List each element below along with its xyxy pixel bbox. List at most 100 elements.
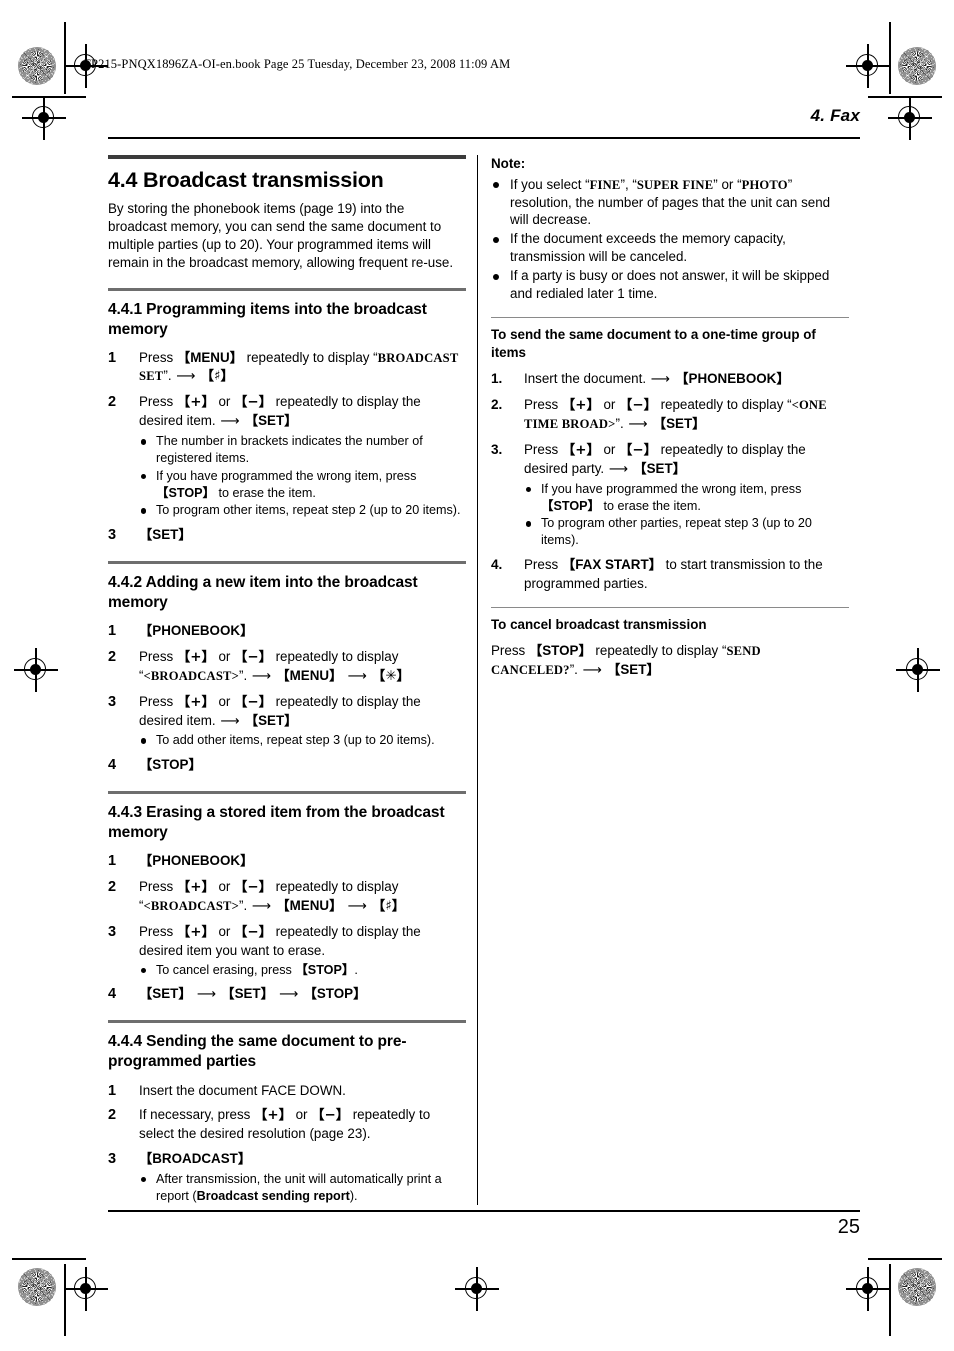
key-label: − <box>247 694 259 710</box>
key-bracket-open: 【 <box>234 879 248 895</box>
subsection-rule-442 <box>108 560 466 564</box>
key-bracket-open: 【 <box>139 987 153 1003</box>
key-reference-: 【−】 <box>619 397 657 414</box>
bullet-item: If the document exceeds the memory capac… <box>491 230 849 266</box>
key-label: − <box>632 442 644 458</box>
cancel-section-rule <box>491 606 849 608</box>
bullet-item: If a party is busy or does not answer, i… <box>491 267 849 303</box>
key-label: + <box>190 924 202 940</box>
step-item: 2. Press 【+】 or 【−】 repeatedly to display… <box>491 396 849 434</box>
subsection-rule-444 <box>108 1020 466 1024</box>
step-number: 2 <box>108 394 117 411</box>
key-label: STOP <box>168 485 203 500</box>
key-reference-stop: 【STOP】 <box>156 485 215 500</box>
key-label: STOP <box>553 498 588 513</box>
key-label: SET <box>258 712 285 728</box>
key-bracket-close: 】 <box>258 879 272 895</box>
key-label: + <box>575 442 587 458</box>
step-item: 3. Press 【+】 or 【−】 repeatedly to display… <box>491 441 849 549</box>
key-label: MENU <box>190 349 230 365</box>
key-bracket-close: 】 <box>648 558 662 573</box>
arrow-icon: ⟶ <box>176 369 200 385</box>
key-reference-: 【+】 <box>177 649 215 665</box>
key-bracket-close: 】 <box>329 668 343 684</box>
key-reference-menu: 【MENU】 <box>177 349 243 366</box>
key-reference-set: 【SET】 <box>139 527 192 544</box>
arrow-icon: ⟶ <box>274 987 303 1003</box>
key-reference-set: 【SET】 <box>139 986 192 1003</box>
key-reference-stop: 【STOP】 <box>528 643 592 660</box>
key-reference-menu: 【MENU】 <box>276 898 342 914</box>
step-text: Press 【+】 or 【−】 repeatedly to display t… <box>139 693 421 729</box>
lcd-display-text: FINE <box>589 177 621 192</box>
key-label: SET <box>646 460 673 476</box>
key-bracket-open: 【 <box>234 649 248 665</box>
key-bracket-open: 【 <box>234 924 248 940</box>
emphasised-term: Broadcast sending report <box>196 1188 350 1203</box>
key-bracket-close: 】 <box>258 649 272 665</box>
key-bracket-open: 【 <box>276 668 290 684</box>
key-bracket-close: 】 <box>240 854 254 870</box>
key-label: MENU <box>289 667 330 683</box>
key-reference-: 【+】 <box>177 924 215 940</box>
step-item: 3 Press 【+】 or 【−】 repeatedly to display … <box>108 693 466 750</box>
note-label: Note: <box>491 156 526 171</box>
arrow-icon: ⟶ <box>343 668 372 684</box>
key-bracket-open: 【 <box>244 713 259 729</box>
bullet-item: If you select “FINE”, “SUPER FINE” or “P… <box>491 176 849 230</box>
key-bracket-close: 】 <box>201 879 215 895</box>
bullet-item: If you have programmed the wrong item, p… <box>139 468 466 502</box>
step-number: 2 <box>108 648 117 665</box>
key-bracket-open: 【 <box>528 644 543 660</box>
key-bracket-close: 】 <box>178 528 192 544</box>
key-label: FAX START <box>575 557 649 572</box>
step-number: 4. <box>491 557 503 572</box>
key-bracket-open: 【 <box>234 694 248 710</box>
key-label: + <box>190 395 202 411</box>
key-bracket-close: 】 <box>220 369 234 385</box>
step-item: 2 Press 【+】 or 【−】 repeatedly to display … <box>108 648 466 686</box>
step-item: 3 【SET】 <box>108 526 466 545</box>
step-number: 2 <box>108 1107 117 1124</box>
step-bullet-list: The number in brackets indicates the num… <box>139 433 466 519</box>
print-file-header: FP215-PNQX1896ZA-OI-en.book Page 25 Tues… <box>84 57 511 71</box>
key-bracket-close: 】 <box>258 924 272 940</box>
key-reference-set: 【SET】 <box>653 416 706 432</box>
key-label: PHONEBOOK <box>152 853 241 869</box>
step-text: Press 【+】 or 【−】 repeatedly to display t… <box>139 923 421 958</box>
key-bracket-close: 】 <box>643 442 657 458</box>
step-item: 4. Press 【FAX START】 to start transmissio… <box>491 556 849 593</box>
key-bracket-open: 【 <box>295 961 308 977</box>
key-bracket-close: 】 <box>260 987 274 1003</box>
one-time-group-rule <box>491 316 849 318</box>
key-bracket-close: 】 <box>643 398 657 414</box>
arrow-icon: ⟶ <box>251 668 276 684</box>
key-label: SET <box>152 527 179 543</box>
key-reference-stop: 【STOP】 <box>139 757 202 773</box>
key-bracket-open: 【 <box>139 624 153 640</box>
key-reference-: 【+】 <box>254 1107 292 1124</box>
key-bracket-open: 【 <box>607 662 621 678</box>
bullet-item: The number in brackets indicates the num… <box>139 433 466 467</box>
note-bullet-list: If you select “FINE”, “SUPER FINE” or “P… <box>491 176 849 303</box>
key-label: STOP <box>152 757 189 773</box>
step-text: 【SET】 <box>139 527 192 544</box>
key-reference-: 【+】 <box>177 879 215 895</box>
lcd-display-text: PHOTO <box>741 177 788 192</box>
bullet-item: After transmission, the unit will automa… <box>139 1171 466 1205</box>
key-label: + <box>267 1108 279 1124</box>
key-bracket-close: 】 <box>587 497 601 513</box>
step-item: 1 【PHONEBOOK】 <box>108 622 466 641</box>
bullet-item: To cancel erasing, press 【STOP】. <box>139 962 466 979</box>
key-reference-: 【−】 <box>234 879 272 895</box>
step-bullet-list: To cancel erasing, press 【STOP】. <box>139 962 466 979</box>
key-bracket-open: 【 <box>139 854 153 870</box>
key-bracket-open: 【 <box>675 372 689 388</box>
section-intro-paragraph: By storing the phonebook items (page 19)… <box>108 200 454 270</box>
step-number: 3 <box>108 693 117 710</box>
key-reference-: 【♯】 <box>372 898 405 914</box>
step-text: Press 【+】 or 【−】 repeatedly to display t… <box>139 394 421 430</box>
step-number: 3 <box>108 923 117 940</box>
key-label: STOP <box>542 643 579 659</box>
key-reference-: 【+】 <box>177 394 215 411</box>
